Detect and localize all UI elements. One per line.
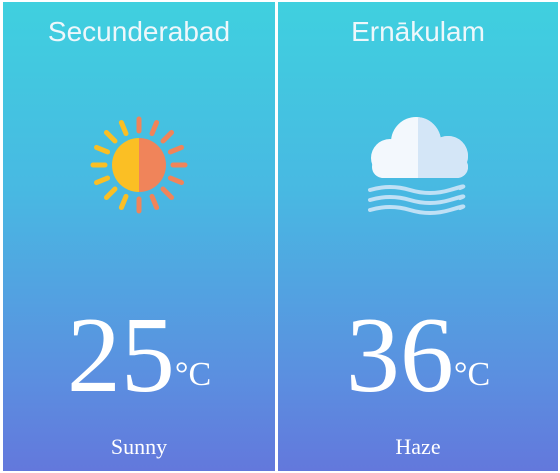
weather-condition: Haze (395, 434, 441, 459)
sun-ray (167, 175, 184, 186)
weather-condition: Sunny (110, 434, 168, 459)
sun-ray (118, 193, 129, 210)
temperature-unit: °C (174, 356, 212, 393)
haze-icon (356, 114, 480, 223)
temperature-row: 25°C (3, 302, 275, 410)
weather-card-secunderabad[interactable]: Secunderabad 25°C Sunny (3, 2, 275, 471)
temperature-value: 25 (66, 296, 175, 415)
sun-icon (84, 110, 194, 225)
sun-ray (94, 175, 111, 186)
sun-ray (160, 129, 175, 144)
city-name: Ernākulam (351, 16, 485, 47)
weather-card-ernakulam[interactable]: Ernākulam 36°C Haze (278, 2, 558, 471)
sun-ray (103, 186, 118, 201)
temperature-unit: °C (453, 356, 491, 393)
haze-lines (368, 184, 466, 215)
sun-ray (149, 120, 160, 137)
temperature-value: 36 (345, 296, 454, 415)
sun-ray (103, 129, 118, 144)
sun-ray (167, 144, 184, 155)
sun-ray (118, 120, 129, 137)
sun-ray (149, 193, 160, 210)
sun-ray (94, 144, 111, 155)
weather-cards: Secunderabad 25°C Sunny Ernākulam 36°C H… (0, 0, 560, 473)
city-name: Secunderabad (47, 16, 231, 47)
sun-ray (160, 186, 175, 201)
temperature-row: 36°C (278, 302, 558, 410)
